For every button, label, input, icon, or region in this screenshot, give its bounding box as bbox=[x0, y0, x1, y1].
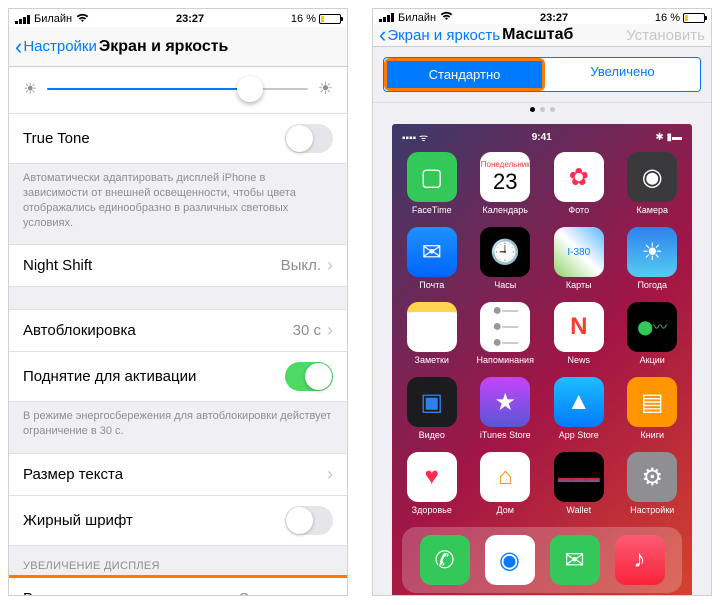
dock-messages-icon[interactable]: ✉︎ bbox=[550, 535, 600, 585]
battery-indicator: 16 % bbox=[655, 12, 705, 24]
battery-pct: 16 % bbox=[655, 12, 680, 24]
raise-to-wake-row[interactable]: Поднятие для активации bbox=[9, 352, 347, 402]
wifi-icon bbox=[76, 13, 89, 26]
text-size-label: Размер текста bbox=[23, 466, 327, 483]
app-notes[interactable]: Заметки bbox=[402, 302, 462, 365]
app-reminders[interactable]: ●—●—●—Напоминания bbox=[476, 302, 536, 365]
truetone-row[interactable]: True Tone bbox=[9, 114, 347, 164]
back-button[interactable]: ‹ Экран и яркость bbox=[379, 24, 500, 46]
mini-status-bar: ▪▪▪▪ ᯤ 9:41 ✱ ▮▬ bbox=[402, 130, 682, 144]
raise-label: Поднятие для активации bbox=[23, 368, 285, 385]
app-wallet[interactable]: ▬▬▬Wallet bbox=[549, 452, 609, 515]
app-photos[interactable]: ✿Фото bbox=[549, 152, 609, 215]
view-label: Вид bbox=[23, 590, 238, 595]
app-camera[interactable]: ◉Камера bbox=[623, 152, 683, 215]
back-label: Экран и яркость bbox=[387, 27, 500, 44]
mini-battery-icon: ✱ ▮▬ bbox=[655, 132, 682, 143]
app-mail[interactable]: ✉︎Почта bbox=[402, 227, 462, 290]
nightshift-value: Выкл. bbox=[281, 257, 321, 274]
app-stocks[interactable]: ⬤〰︎Акции bbox=[623, 302, 683, 365]
app-videos[interactable]: ▣Видео bbox=[402, 377, 462, 440]
app-appstore[interactable]: ▲App Store bbox=[549, 377, 609, 440]
brightness-slider-row: ☀︎ ☀︎ bbox=[9, 67, 347, 114]
truetone-note: Автоматически адаптировать дисплей iPhon… bbox=[9, 164, 347, 244]
raise-toggle[interactable] bbox=[285, 362, 333, 391]
status-time: 23:27 bbox=[89, 13, 291, 25]
zoom-segmented-control[interactable]: Стандартно Увеличено bbox=[383, 57, 701, 92]
app-itunes[interactable]: ★iTunes Store bbox=[476, 377, 536, 440]
nav-title: Масштаб bbox=[502, 26, 573, 44]
segmented-control-wrap: Стандартно Увеличено bbox=[373, 47, 711, 103]
app-books[interactable]: ▤Книги bbox=[623, 377, 683, 440]
dock: ✆ ◉ ✉︎ ♪ bbox=[402, 527, 682, 593]
app-clock[interactable]: 🕘Часы bbox=[476, 227, 536, 290]
app-news[interactable]: NNews bbox=[549, 302, 609, 365]
chevron-right-icon: › bbox=[327, 588, 333, 595]
app-health[interactable]: ♥︎Здоровье bbox=[402, 452, 462, 515]
bold-text-row[interactable]: Жирный шрифт bbox=[9, 496, 347, 546]
page-dots bbox=[373, 103, 711, 120]
status-time: 23:27 bbox=[453, 12, 655, 24]
left-screenshot: Билайн 23:27 16 % ‹ Настройки Экран и яр… bbox=[8, 8, 348, 596]
dock-music-icon[interactable]: ♪ bbox=[615, 535, 665, 585]
dock-safari-icon[interactable]: ◉ bbox=[485, 535, 535, 585]
view-row[interactable]: Вид Стандартно › bbox=[9, 578, 347, 595]
install-button[interactable]: Установить bbox=[626, 27, 705, 44]
app-calendar[interactable]: Понедельник23Календарь bbox=[476, 152, 536, 215]
settings-list[interactable]: ☀︎ ☀︎ True Tone Автоматически адаптирова… bbox=[9, 67, 347, 595]
status-bar: Билайн 23:27 16 % bbox=[9, 9, 347, 27]
truetone-toggle[interactable] bbox=[285, 124, 333, 153]
view-value: Стандартно bbox=[238, 590, 321, 595]
autolock-row[interactable]: Автоблокировка 30 с › bbox=[9, 309, 347, 352]
autolock-value: 30 с bbox=[293, 322, 321, 339]
nav-bar: ‹ Настройки Экран и яркость bbox=[9, 27, 347, 67]
app-weather[interactable]: ☀︎Погода bbox=[623, 227, 683, 290]
mini-time: 9:41 bbox=[428, 132, 655, 143]
mini-homescreen: ▪▪▪▪ ᯤ 9:41 ✱ ▮▬ ▢FaceTime Понедельник23… bbox=[392, 124, 692, 596]
chevron-right-icon: › bbox=[327, 464, 333, 485]
sun-large-icon: ☀︎ bbox=[318, 79, 333, 99]
right-screenshot: Билайн 23:27 16 % ‹ Экран и яркость Масш… bbox=[372, 8, 712, 596]
signal-icon bbox=[379, 13, 394, 22]
mini-signal-icon: ▪▪▪▪ ᯤ bbox=[402, 130, 428, 144]
back-label: Настройки bbox=[23, 38, 97, 55]
battery-indicator: 16 % bbox=[291, 13, 341, 25]
bold-label: Жирный шрифт bbox=[23, 512, 285, 529]
homescreen-preview: ▪▪▪▪ ᯤ 9:41 ✱ ▮▬ ▢FaceTime Понедельник23… bbox=[373, 120, 711, 596]
dock-phone-icon[interactable]: ✆ bbox=[420, 535, 470, 585]
carrier-label: Билайн bbox=[34, 13, 72, 25]
powersave-note: В режиме энергосбережения для автоблокир… bbox=[9, 402, 347, 453]
back-button[interactable]: ‹ Настройки bbox=[15, 36, 97, 58]
carrier-label: Билайн bbox=[398, 12, 436, 24]
chevron-right-icon: › bbox=[327, 255, 333, 276]
text-size-row[interactable]: Размер текста › bbox=[9, 453, 347, 496]
wifi-icon bbox=[440, 11, 453, 24]
seg-zoomed[interactable]: Увеличено bbox=[545, 58, 700, 91]
app-settings[interactable]: ⚙︎Настройки bbox=[623, 452, 683, 515]
truetone-label: True Tone bbox=[23, 130, 285, 147]
nav-title: Экран и яркость bbox=[99, 38, 229, 56]
signal-icon bbox=[15, 15, 30, 24]
app-grid: ▢FaceTime Понедельник23Календарь ✿Фото ◉… bbox=[402, 152, 682, 515]
sun-small-icon: ☀︎ bbox=[23, 79, 37, 99]
app-maps[interactable]: I-380Карты bbox=[549, 227, 609, 290]
chevron-right-icon: › bbox=[327, 320, 333, 341]
nav-bar: ‹ Экран и яркость Масштаб Установить bbox=[373, 24, 711, 47]
bold-toggle[interactable] bbox=[285, 506, 333, 535]
chevron-left-icon: ‹ bbox=[379, 24, 386, 46]
battery-pct: 16 % bbox=[291, 13, 316, 25]
seg-standard[interactable]: Стандартно bbox=[387, 61, 542, 88]
nightshift-label: Night Shift bbox=[23, 257, 281, 274]
app-home[interactable]: ⌂Дом bbox=[476, 452, 536, 515]
nightshift-row[interactable]: Night Shift Выкл. › bbox=[9, 244, 347, 287]
status-bar: Билайн 23:27 16 % bbox=[373, 9, 711, 24]
chevron-left-icon: ‹ bbox=[15, 36, 22, 58]
zoom-section-header: УВЕЛИЧЕНИЕ ДИСПЛЕЯ bbox=[9, 546, 347, 578]
autolock-label: Автоблокировка bbox=[23, 322, 293, 339]
app-facetime[interactable]: ▢FaceTime bbox=[402, 152, 462, 215]
brightness-slider[interactable] bbox=[47, 88, 307, 90]
